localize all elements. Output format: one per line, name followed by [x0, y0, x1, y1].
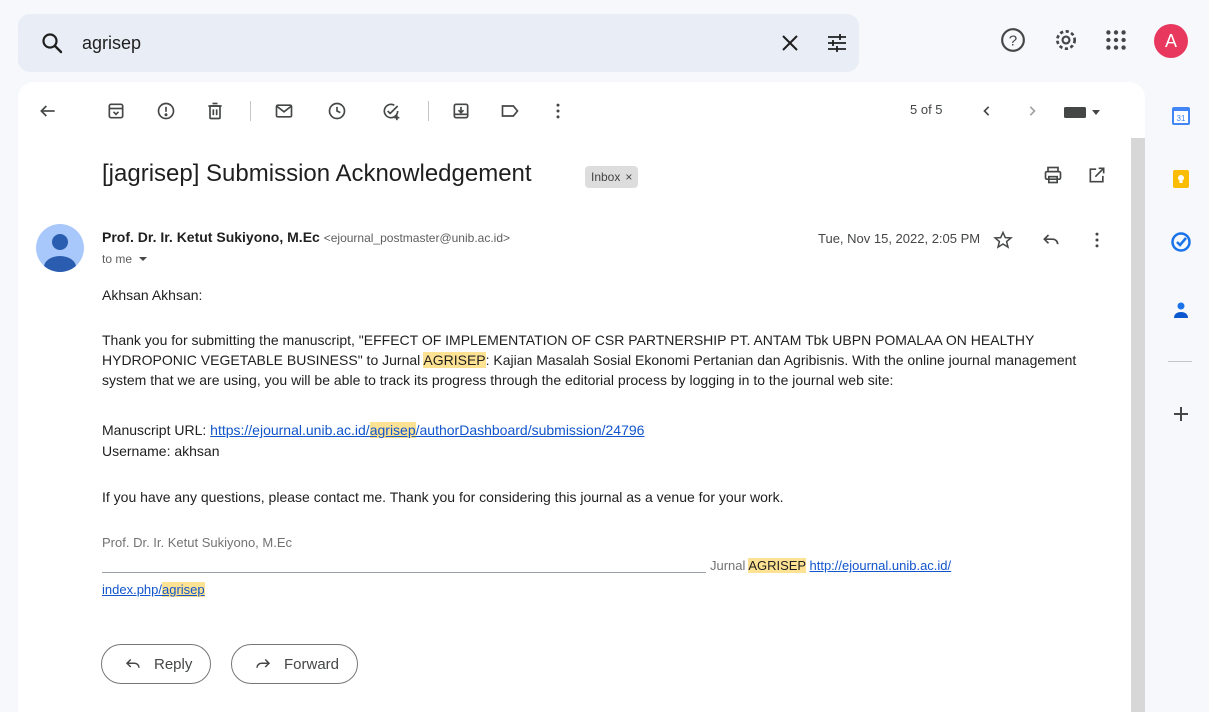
email-subject: [jagrisep] Submission Acknowledgement — [102, 160, 532, 187]
older-chevron-right-icon[interactable] — [1022, 101, 1042, 121]
recipients-text: to me — [102, 252, 133, 266]
search-highlight: agrisep — [369, 422, 416, 438]
reply-label: Reply — [154, 655, 193, 673]
body-paragraph-2: If you have any questions, please contac… — [102, 489, 784, 505]
sender-name[interactable]: Prof. Dr. Ir. Ketut Sukiyono, M.Ec — [102, 229, 320, 245]
link-text: https://ejournal.unib.ac.id/ — [210, 422, 370, 438]
sender-line: Prof. Dr. Ir. Ketut Sukiyono, M.Ec <ejou… — [102, 229, 510, 245]
reply-arrow-icon[interactable] — [1041, 230, 1061, 250]
reply-icon — [125, 658, 140, 668]
link-text: index.php/ — [102, 582, 162, 597]
newer-chevron-left-icon[interactable] — [977, 101, 997, 121]
inbox-label-chip: Inbox × — [585, 166, 639, 188]
search-highlight: AGRISEP — [423, 352, 486, 368]
open-in-new-window-icon[interactable] — [1087, 165, 1107, 185]
signature-name: Prof. Dr. Ir. Ketut Sukiyono, M.Ec — [102, 535, 293, 550]
email-date: Tue, Nov 15, 2022, 2:05 PM — [818, 231, 981, 246]
add-to-tasks-icon[interactable] — [381, 101, 401, 121]
body-paragraph-1: Thank you for submitting the manuscript,… — [102, 330, 1112, 390]
person-silhouette-icon — [44, 234, 76, 272]
svg-text:?: ? — [1009, 32, 1017, 49]
report-spam-icon[interactable] — [156, 101, 176, 121]
greeting: Akhsan Akhsan: — [102, 287, 203, 303]
search-input[interactable] — [82, 28, 732, 58]
sender-email: <ejournal_postmaster@unib.ac.id> — [323, 231, 511, 245]
search-highlight: agrisep — [162, 582, 205, 597]
toolbar-divider — [428, 101, 429, 121]
signature-divider — [102, 572, 706, 573]
calendar-icon[interactable]: 31 — [1171, 106, 1191, 126]
search-options-icon[interactable] — [825, 31, 849, 55]
contacts-icon[interactable] — [1171, 300, 1191, 320]
snooze-clock-icon[interactable] — [327, 101, 347, 121]
move-to-icon[interactable] — [451, 101, 471, 121]
journal-link[interactable]: http://ejournal.unib.ac.id/ — [810, 558, 952, 573]
help-icon[interactable]: ? — [1000, 27, 1026, 53]
svg-text:31: 31 — [1177, 114, 1186, 123]
label-text: Inbox — [591, 170, 621, 184]
star-icon[interactable] — [993, 230, 1013, 250]
back-arrow-icon[interactable] — [38, 101, 58, 121]
archive-icon[interactable] — [106, 101, 126, 121]
remove-label-button[interactable]: × — [625, 170, 632, 184]
rail-divider — [1168, 361, 1192, 362]
journal-footer: Jurnal AGRISEP http://ejournal.unib.ac.i… — [710, 556, 951, 576]
search-highlight: AGRISEP — [748, 558, 806, 573]
message-more-options-icon[interactable] — [1087, 230, 1107, 250]
journal-link-continued: index.php/agrisep — [102, 580, 205, 600]
settings-gear-icon[interactable] — [1053, 27, 1079, 53]
keep-notes-icon[interactable] — [1171, 169, 1191, 189]
clear-search-icon[interactable] — [778, 31, 802, 55]
recipients-toggle[interactable]: to me — [102, 252, 148, 266]
reply-button[interactable]: Reply — [101, 644, 212, 684]
account-avatar[interactable]: A — [1154, 24, 1188, 58]
journal-link[interactable]: index.php/agrisep — [102, 582, 205, 597]
search-icon[interactable] — [40, 31, 64, 55]
chevron-down-icon — [139, 257, 148, 261]
apps-grid-icon[interactable] — [1103, 27, 1129, 53]
forward-button[interactable]: Forward — [231, 644, 359, 684]
link-text: /authorDashboard/submission/24796 — [415, 422, 645, 438]
sender-avatar[interactable] — [36, 224, 84, 272]
forward-label: Forward — [284, 655, 340, 673]
username-line: Username: akhsan — [102, 443, 220, 459]
tasks-icon[interactable] — [1171, 232, 1191, 252]
print-icon[interactable] — [1043, 165, 1063, 185]
label-tag-icon[interactable] — [500, 101, 520, 121]
manuscript-url-link[interactable]: https://ejournal.unib.ac.id/agrisep/auth… — [210, 422, 644, 438]
footer-text: Jurnal — [710, 558, 749, 573]
delete-trash-icon[interactable] — [205, 101, 225, 121]
input-tools-keyboard-icon[interactable] — [1063, 104, 1103, 120]
url-label: Manuscript URL: — [102, 422, 211, 438]
manuscript-url-line: Manuscript URL: https://ejournal.unib.ac… — [102, 420, 644, 440]
toolbar-divider — [250, 101, 251, 121]
mark-unread-mail-icon[interactable] — [274, 101, 294, 121]
forward-icon — [256, 658, 271, 668]
scrollbar[interactable] — [1131, 138, 1145, 712]
pager-count: 5 of 5 — [910, 102, 943, 117]
add-addon-plus-icon[interactable] — [1171, 404, 1191, 424]
more-options-icon[interactable] — [548, 101, 568, 121]
search-bar — [18, 14, 859, 72]
